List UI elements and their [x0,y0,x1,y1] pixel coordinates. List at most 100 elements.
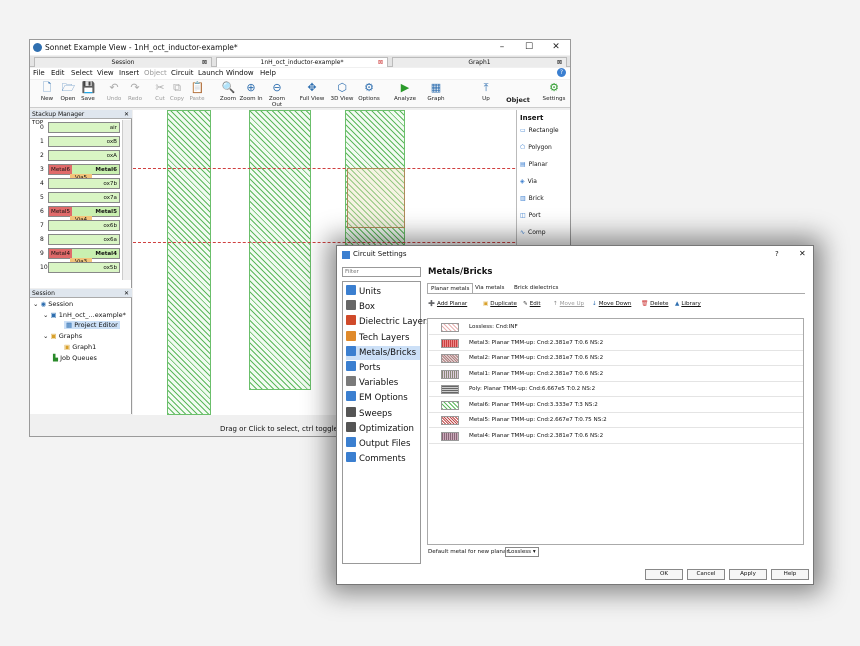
menu-view[interactable]: View [97,69,114,77]
menu-insert[interactable]: Insert [119,69,139,77]
tree-session[interactable]: ⌄ ◉ Session [33,300,73,308]
toolbar-settings-button[interactable]: ⚙ Settings [540,81,568,102]
tab-close-icon[interactable]: ⊠ [557,58,562,68]
action-delete-button[interactable]: 🗑 Delete [641,301,669,307]
tree-project[interactable]: ⌄ ▣ 1nH_oct_...example* [43,311,126,319]
dielectric-layer[interactable]: oxA [48,150,120,161]
nav-em-options[interactable]: EM Options [346,391,420,405]
menu-launch[interactable]: Launch [198,69,223,77]
tab-planar-metals[interactable]: Planar metals [427,283,474,293]
action-edit-button[interactable]: ✎ Edit [523,301,541,307]
ok-button[interactable]: OK [645,569,683,580]
toolbar-up-button[interactable]: ⤒ Up [476,81,496,102]
nav-units[interactable]: Units [346,285,420,299]
tab-session[interactable]: Session ⊠ [34,57,212,67]
tab-close-icon[interactable]: ⊠ [202,58,207,68]
action-library-button[interactable]: ▲ Library [675,301,701,307]
metal-trace[interactable] [249,110,311,390]
menu-edit[interactable]: Edit [51,69,65,77]
dialog-help-button[interactable]: ? [775,250,779,258]
dielectric-layer[interactable]: ox6b [48,220,120,231]
tab-inductor-project[interactable]: 1nH_oct_inductor-example* ⊠ [216,57,388,67]
menu-object[interactable]: Object [144,69,167,77]
menu-file[interactable]: File [33,69,45,77]
metal-row[interactable]: Metal4: Planar TMM-up: Cnd:2.381e7 T:0.6… [429,429,803,444]
stackup-scrollbar[interactable] [122,120,131,280]
metal-row[interactable]: Lossless: Cnd:INF [429,320,803,335]
menu-help[interactable]: Help [260,69,276,77]
pane-heading: Metals/Bricks [428,267,493,277]
dialog-close-button[interactable]: ✕ [799,249,806,258]
via-region[interactable] [347,168,405,228]
insert-brick-button[interactable]: ▥ Brick [520,195,544,202]
insert-port-button[interactable]: ◫ Port [520,212,541,219]
toolbar-options-button[interactable]: ⚙ Options [355,81,383,102]
minimize-button[interactable]: – [490,41,514,54]
dielectric-layer[interactable]: ox6a [48,234,120,245]
tab-brick-dielectrics[interactable]: Brick dielectrics [511,283,561,293]
action-duplicate-button[interactable]: ▣ Duplicate [483,301,517,307]
tab-close-icon[interactable]: ⊠ [378,58,383,68]
dielectric-layer[interactable]: ox7a [48,192,120,203]
help-icon[interactable]: ? [557,68,566,77]
cancel-button[interactable]: Cancel [687,569,725,580]
insert-rectangle-button[interactable]: ▭ Rectangle [520,127,559,134]
toolbar-object-button[interactable]: Object [504,81,532,104]
insert-via-button[interactable]: ◈ Via [520,178,537,185]
panel-close-icon[interactable]: ✕ [124,289,129,298]
default-metal-select[interactable]: Lossless ▾ [505,547,539,557]
toolbar-graph-button[interactable]: ▦ Graph [422,81,450,102]
toolbar-paste-button[interactable]: 📋 Paste [183,81,211,102]
close-button[interactable]: ✕ [544,41,568,54]
apply-button[interactable]: Apply [729,569,767,580]
nav-ports[interactable]: Ports [346,361,420,375]
nav-box[interactable]: Box [346,300,420,314]
insert-planar-button[interactable]: ▤ Planar [520,161,548,168]
toolbar-zoom-out-button[interactable]: ⊖ Zoom Out [263,81,291,108]
action-move-down-button[interactable]: ↓ Move Down [592,301,631,307]
metal-row[interactable]: Poly: Planar TMM-up: Cnd:6.667e5 T:0.2 N… [429,382,803,397]
nav-output-files[interactable]: Output Files [346,437,420,451]
toolbar-redo-button[interactable]: ↷ Redo [121,81,149,102]
dielectric-layer[interactable]: oxB [48,136,120,147]
toolbar-full-view-button[interactable]: ✥ Full View [298,81,326,102]
metal-trace[interactable] [167,110,211,415]
dielectric-layer[interactable]: ox7b [48,178,120,189]
tab-graph1[interactable]: Graph1 ⊠ [392,57,567,67]
tree-graphs[interactable]: ⌄ ▣ Graphs [43,332,82,340]
metal-row[interactable]: Metal5: Planar TMM-up: Cnd:2.667e7 T:0.7… [429,413,803,428]
dielectric-layer[interactable]: air [48,122,120,133]
tab-via-metals[interactable]: Via metals [472,283,507,293]
metal-row[interactable]: Metal2: Planar TMM-up: Cnd:2.381e7 T:0.6… [429,351,803,366]
menu-select[interactable]: Select [71,69,93,77]
filter-input[interactable] [342,267,421,277]
nav-sweeps[interactable]: Sweeps [346,406,420,421]
maximize-button[interactable]: ☐ [517,41,541,54]
menu-window[interactable]: Window [226,69,254,77]
toolbar-3d-view-button[interactable]: ⬡ 3D View [328,81,356,102]
toolbar-label: Save [81,96,95,102]
metal-row[interactable]: Metal3: Planar TMM-up: Cnd:2.381e7 T:0.6… [429,336,803,351]
toolbar-analyze-button[interactable]: ▶ Analyze [391,81,419,102]
tree-job-queues[interactable]: ▙ Job Queues [53,354,97,362]
metal-row[interactable]: Metal6: Planar TMM-up: Cnd:3.333e7 T:3 N… [429,398,803,413]
panel-close-icon[interactable]: ✕ [124,110,129,119]
nav-dielectric-layers[interactable]: Dielectric Layers [346,315,431,329]
toolbar-zoom-in-button[interactable]: ⊕ Zoom In [237,81,265,102]
tree-project-editor[interactable]: ▦ Project Editor [64,321,120,329]
action-move-up-button[interactable]: ↑ Move Up [553,301,584,307]
action-add-planar-button[interactable]: ➕ Add Planar [428,301,467,307]
dielectric-layer[interactable]: ox5b [48,262,120,273]
insert-comp-button[interactable]: ∿ Comp [520,229,546,236]
nav-optimization[interactable]: Optimization [346,421,420,436]
nav-variables[interactable]: Variables [346,376,420,390]
nav-comments[interactable]: Comments [346,452,420,466]
menu-circuit[interactable]: Circuit [171,69,194,77]
metal-row[interactable]: Metal1: Planar TMM-up: Cnd:2.381e7 T:0.6… [429,367,803,382]
tree-graph1[interactable]: ▣ Graph1 [64,343,96,351]
nav-tech-layers[interactable]: Tech Layers [346,330,420,345]
help-button[interactable]: Help [771,569,809,580]
toolbar-save-button[interactable]: 💾 Save [74,81,102,102]
insert-polygon-button[interactable]: ⬠ Polygon [520,144,552,151]
nav-metals-bricks[interactable]: Metals/Bricks [346,345,420,360]
